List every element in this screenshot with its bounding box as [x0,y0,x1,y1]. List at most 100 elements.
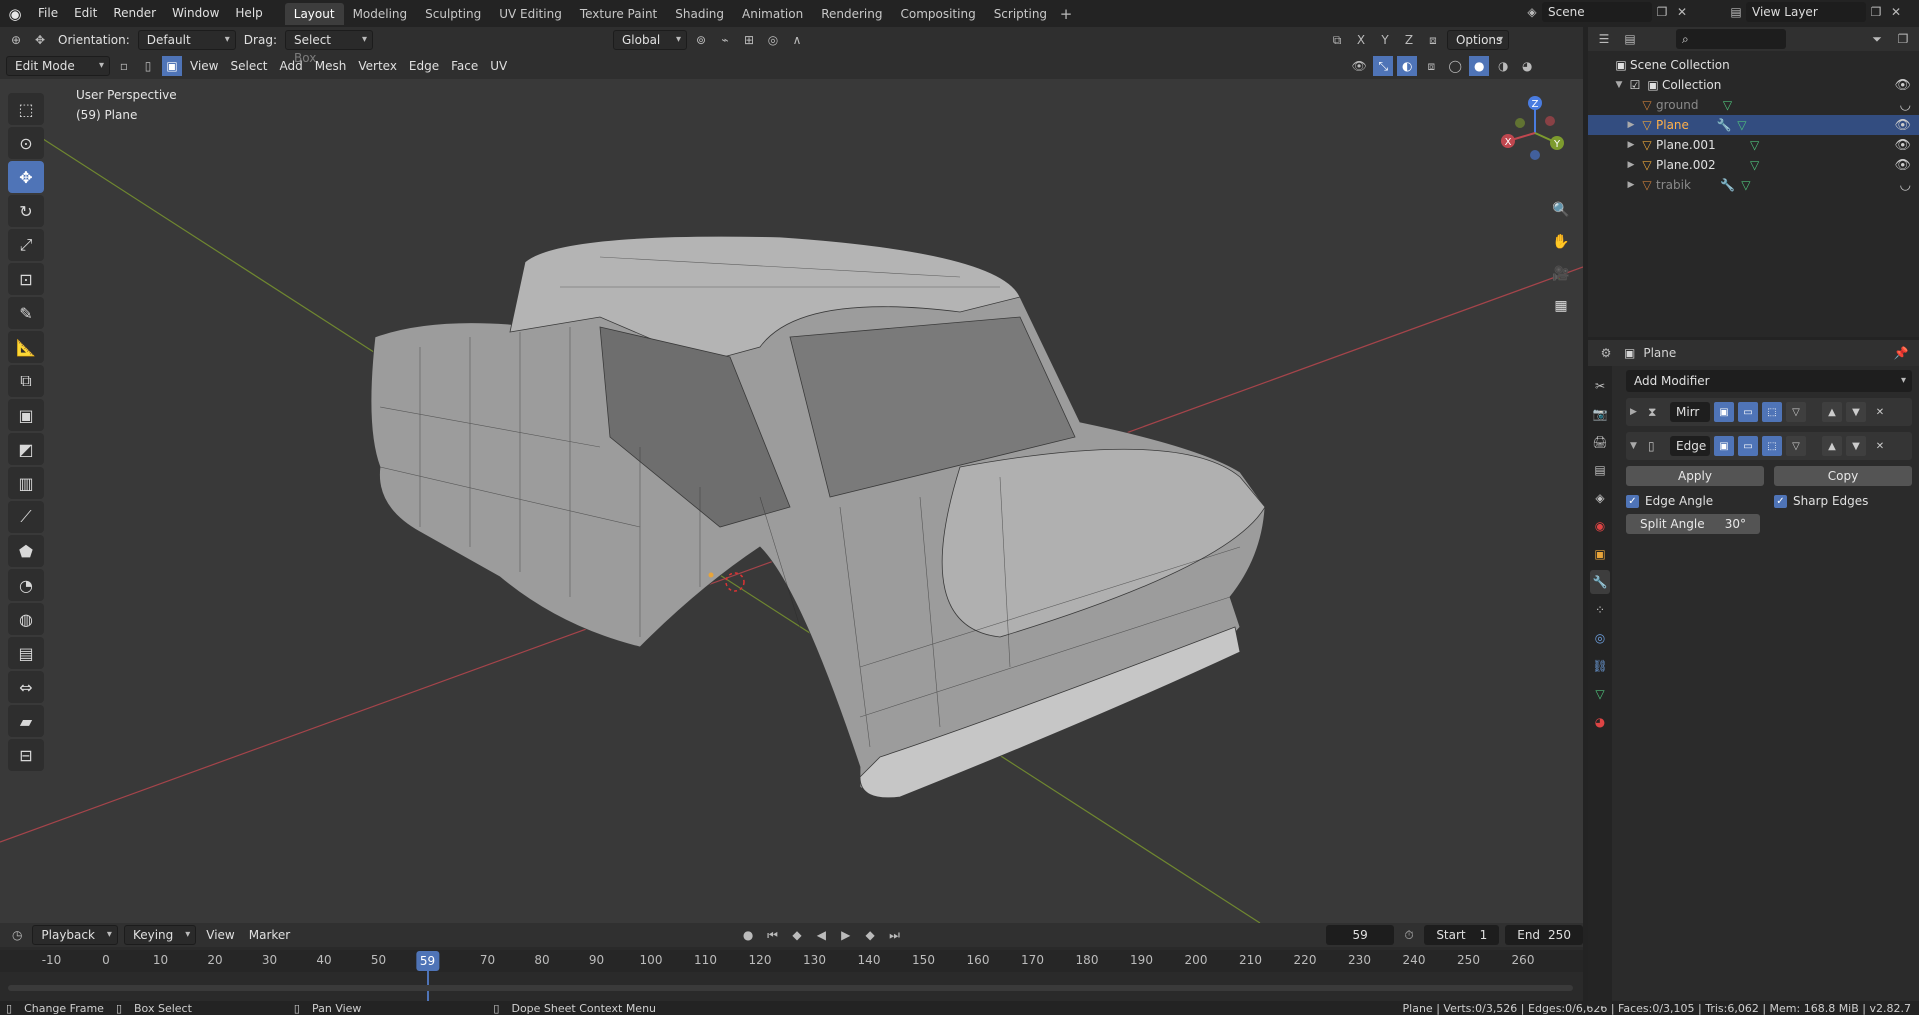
rendered-shading-icon[interactable]: ◕ [1517,56,1537,76]
edge-select-icon[interactable]: ▯ [138,56,158,76]
bevel-tool-icon[interactable]: ◩ [8,433,44,465]
tool-tab-icon[interactable]: ✂ [1590,374,1610,398]
expand-icon[interactable]: ▶ [1624,180,1638,190]
move-tool-icon[interactable]: ✥ [30,30,50,50]
render-toggle-icon[interactable]: ⬚ [1762,436,1782,456]
menu-window[interactable]: Window [164,0,227,27]
eye-icon[interactable]: 👁 [1894,138,1911,153]
play-icon[interactable]: ▶ [837,925,855,945]
gizmo-toggle-icon[interactable]: ⤡ [1373,56,1394,76]
split-angle-slider[interactable]: Split Angle 30° [1626,514,1760,534]
tab-rendering[interactable]: Rendering [812,3,891,25]
frame-ruler[interactable]: -10 0 10 20 30 40 50 70 80 90 100 110 120 130 140 150 16… [0,950,1583,1001]
prev-keyframe-icon[interactable]: ◆ [788,925,806,945]
axis-z-toggle[interactable]: Z [1399,30,1419,50]
render-tab-icon[interactable]: 📷 [1590,402,1610,426]
drag-dropdown[interactable]: Select Box [284,30,373,65]
spin-tool-icon[interactable]: ◔ [8,569,44,601]
checkbox-icon[interactable]: ☑ [1626,78,1644,92]
tab-layout[interactable]: Layout [284,2,344,25]
delete-view-layer-icon[interactable]: ✕ [1886,2,1906,22]
view-layer-tab-icon[interactable]: ▤ [1590,458,1610,482]
move-down-icon[interactable]: ▼ [1846,402,1866,422]
solid-shading-icon[interactable]: ● [1469,56,1490,76]
proportional-edit-icon[interactable]: ◎ [763,30,783,50]
pan-hand-icon[interactable]: ✋ [1548,229,1574,255]
scene-name-field[interactable]: Scene [1542,2,1652,22]
pivot-icon[interactable]: ⊚ [691,30,711,50]
editmode-toggle-icon[interactable]: ▣ [1714,436,1734,456]
move-up-icon[interactable]: ▲ [1822,402,1842,422]
auto-merge-icon[interactable]: ⧈ [1423,30,1443,50]
poly-build-tool-icon[interactable]: ⬟ [8,535,44,567]
options-dropdown[interactable]: Options [1446,30,1509,50]
outliner-item-plane-001[interactable]: ▶ ▽ Plane.001 ▽ 👁 [1588,135,1919,155]
material-shading-icon[interactable]: ◑ [1493,56,1513,76]
scene-collection-row[interactable]: ▣ Scene Collection [1588,55,1919,75]
timeline-marker-menu[interactable]: Marker [245,928,294,942]
next-keyframe-icon[interactable]: ◆ [861,925,879,945]
3d-viewport[interactable]: ⊕ ✥ Orientation: Default Drag: Select Bo… [0,27,1583,923]
viewport-toggle-icon[interactable]: ▭ [1738,436,1758,456]
jump-start-icon[interactable]: ⏮ [763,925,781,945]
particles-tab-icon[interactable]: ⁘ [1590,598,1610,622]
grid-perspective-icon[interactable]: ▦ [1548,293,1574,319]
shear-tool-icon[interactable]: ▰ [8,705,44,737]
menu-view[interactable]: View [186,59,222,73]
output-tab-icon[interactable]: 🖨 [1590,430,1610,454]
current-frame-field[interactable]: 59 [1326,925,1394,945]
extrude-tool-icon[interactable]: ⧉ [8,365,44,397]
timeline-scrollbar[interactable] [8,985,1573,991]
knife-tool-icon[interactable]: ⟋ [8,501,44,533]
outliner-item-plane-002[interactable]: ▶ ▽ Plane.002 ▽ 👁 [1588,155,1919,175]
new-view-layer-icon[interactable]: ❐ [1866,2,1886,22]
stopwatch-icon[interactable]: ⏱ [1400,925,1418,945]
properties-editor-icon[interactable]: ⚙ [1596,343,1616,363]
world-tab-icon[interactable]: ◉ [1590,514,1610,538]
smooth-tool-icon[interactable]: ◍ [8,603,44,635]
vertex-select-icon[interactable]: ▫ [114,56,134,76]
mode-dropdown[interactable]: Edit Mode [6,56,110,76]
scene-tab-icon[interactable]: ◈ [1590,486,1610,510]
physics-tab-icon[interactable]: ◎ [1590,626,1610,650]
tab-texture-paint[interactable]: Texture Paint [571,3,666,25]
outliner-editor-icon[interactable]: ☰ [1594,29,1614,49]
menu-add[interactable]: Add [276,59,307,73]
new-collection-icon[interactable]: ❐ [1893,29,1913,49]
filter-icon[interactable]: ⏷ [1867,29,1887,49]
cage-toggle-icon[interactable]: ▽ [1786,402,1806,422]
inset-tool-icon[interactable]: ▣ [8,399,44,431]
start-frame-field[interactable]: Start 1 [1424,925,1500,945]
mirror-options-icon[interactable]: ⧉ [1327,30,1347,50]
outliner-item-trabik[interactable]: ▶ ▽ trabik 🔧 ▽ ◡ [1588,175,1919,195]
modifier-name-field[interactable]: Mirr [1670,402,1710,422]
move-up-icon[interactable]: ▲ [1822,436,1842,456]
menu-edit[interactable]: Edit [66,0,105,27]
menu-uv[interactable]: UV [486,59,511,73]
viewport-toggle-icon[interactable]: ▭ [1738,402,1758,422]
menu-edge[interactable]: Edge [405,59,443,73]
modifier-name-field[interactable]: Edge [1670,436,1710,456]
eye-icon[interactable]: 👁 [1894,158,1911,173]
timeline-editor-icon[interactable]: ◷ [8,925,26,945]
select-box-tool-icon[interactable]: ⬚ [8,93,44,125]
face-select-icon[interactable]: ▣ [162,56,182,76]
overlay-toggle-icon[interactable]: ◐ [1397,56,1418,76]
menu-mesh[interactable]: Mesh [311,59,351,73]
loop-cut-tool-icon[interactable]: ▥ [8,467,44,499]
snap-icon[interactable]: ⌁ [715,30,735,50]
playhead[interactable]: 59 [415,951,440,971]
outliner-search-input[interactable]: ⌕ [1676,29,1786,49]
axis-y-toggle[interactable]: Y [1375,30,1395,50]
view-layer-field[interactable]: View Layer [1746,2,1866,22]
menu-help[interactable]: Help [227,0,270,27]
move-down-icon[interactable]: ▼ [1846,436,1866,456]
xray-toggle-icon[interactable]: ⧈ [1421,56,1441,76]
expand-icon[interactable]: ▶ [1624,120,1638,130]
play-reverse-icon[interactable]: ◀ [812,925,830,945]
shrink-fatten-tool-icon[interactable]: ⇔ [8,671,44,703]
orientation-dropdown[interactable]: Default [137,30,236,50]
add-workspace-icon[interactable]: + [1056,5,1076,23]
end-frame-field[interactable]: End 250 [1505,925,1583,945]
editmode-toggle-icon[interactable]: ▣ [1714,402,1734,422]
